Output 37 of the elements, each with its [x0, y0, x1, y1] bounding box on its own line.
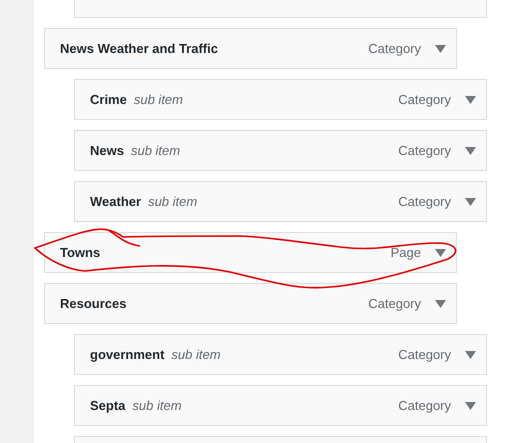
- menu-item[interactable]: Weather sub item Category: [74, 181, 487, 222]
- item-type: Category: [398, 143, 451, 158]
- sub-item-label: sub item: [171, 347, 221, 362]
- item-type: Category: [398, 398, 451, 413]
- sub-item-label: sub item: [130, 143, 180, 158]
- caret-icon[interactable]: [435, 248, 446, 256]
- menu-item[interactable]: Towns Page: [44, 232, 457, 273]
- item-title: Towns: [60, 245, 100, 260]
- caret-icon[interactable]: [435, 300, 446, 308]
- item-title: Septa: [90, 398, 126, 413]
- item-type: Category: [398, 194, 451, 209]
- item-title: government: [90, 347, 164, 362]
- item-title: Crime: [90, 92, 127, 107]
- menu-item[interactable]: News sub item Category: [74, 130, 487, 171]
- item-type: Category: [368, 296, 421, 311]
- item-type: Category: [368, 41, 421, 56]
- item-title: Weather: [90, 194, 142, 209]
- caret-icon[interactable]: [465, 198, 476, 206]
- caret-icon[interactable]: [465, 146, 476, 154]
- menu-item[interactable]: government sub item Category: [74, 334, 487, 375]
- item-type: Page: [390, 245, 421, 260]
- caret-icon[interactable]: [465, 350, 476, 358]
- caret-icon[interactable]: [465, 402, 476, 410]
- menu-item[interactable]: Crime sub item Category: [74, 79, 487, 120]
- item-title: Resources: [60, 296, 126, 311]
- menu-item[interactable]: News Weather and Traffic Category: [44, 28, 457, 69]
- item-title: News: [90, 143, 124, 158]
- sub-item-label: sub item: [132, 398, 182, 413]
- caret-icon[interactable]: [435, 44, 446, 52]
- sub-item-label: sub item: [134, 92, 183, 107]
- caret-icon[interactable]: [465, 96, 476, 104]
- item-type: Category: [398, 347, 451, 362]
- menu-item[interactable]: Resources Category: [44, 283, 457, 324]
- item-title: News Weather and Traffic: [60, 41, 218, 56]
- menu-item[interactable]: Septa sub item Category: [74, 385, 487, 426]
- sub-item-label: sub item: [148, 194, 198, 209]
- item-type: Category: [398, 92, 451, 107]
